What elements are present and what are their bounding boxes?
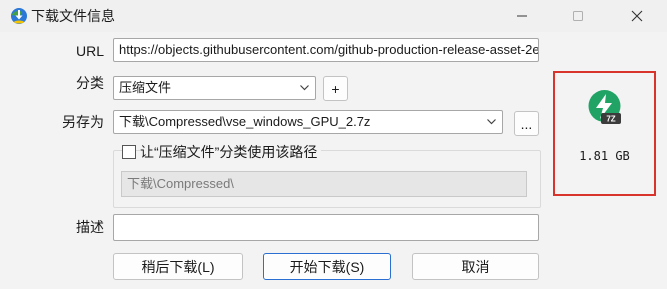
cancel-button[interactable]: 取消: [412, 253, 539, 280]
close-icon: [631, 10, 643, 22]
category-label: 分类: [76, 75, 104, 91]
app-logo-icon: [11, 8, 27, 24]
chevron-down-icon: [487, 119, 496, 125]
browse-button[interactable]: ...: [514, 111, 539, 136]
minimize-icon: [517, 15, 527, 17]
file-type-badge: 7Z: [606, 115, 615, 124]
file-size: 1.81 GB: [579, 149, 630, 163]
save-as-path-value: 下载\Compressed\vse_windows_GPU_2.7z: [119, 114, 371, 129]
add-category-button[interactable]: +: [323, 76, 348, 101]
window-title: 下载文件信息: [31, 8, 115, 24]
close-button[interactable]: [609, 0, 665, 32]
save-as-dropdown[interactable]: 下载\Compressed\vse_windows_GPU_2.7z: [113, 110, 503, 134]
maximize-button[interactable]: [550, 0, 606, 32]
chevron-down-icon: [300, 85, 309, 91]
start-download-button[interactable]: 开始下载(S): [263, 253, 391, 280]
url-field[interactable]: https://objects.githubusercontent.com/gi…: [113, 38, 539, 62]
description-field[interactable]: [113, 214, 539, 241]
category-dropdown[interactable]: 压缩文件: [113, 76, 316, 100]
description-label: 描述: [76, 219, 104, 235]
url-label: URL: [75, 43, 104, 59]
use-path-checkbox-label[interactable]: 让“压缩文件”分类使用该路径: [140, 143, 322, 161]
save-as-label: 另存为: [62, 114, 104, 130]
download-later-button[interactable]: 稍后下载(L): [113, 253, 243, 280]
use-path-checkbox[interactable]: [122, 145, 136, 159]
maximize-icon: [573, 11, 583, 21]
category-path-field: 下载\Compressed\: [121, 171, 527, 197]
7z-archive-icon: 7Z: [588, 90, 621, 124]
category-selected-value: 压缩文件: [119, 80, 172, 95]
minimize-button[interactable]: [494, 0, 550, 32]
title-bar: 下载文件信息: [0, 0, 667, 32]
